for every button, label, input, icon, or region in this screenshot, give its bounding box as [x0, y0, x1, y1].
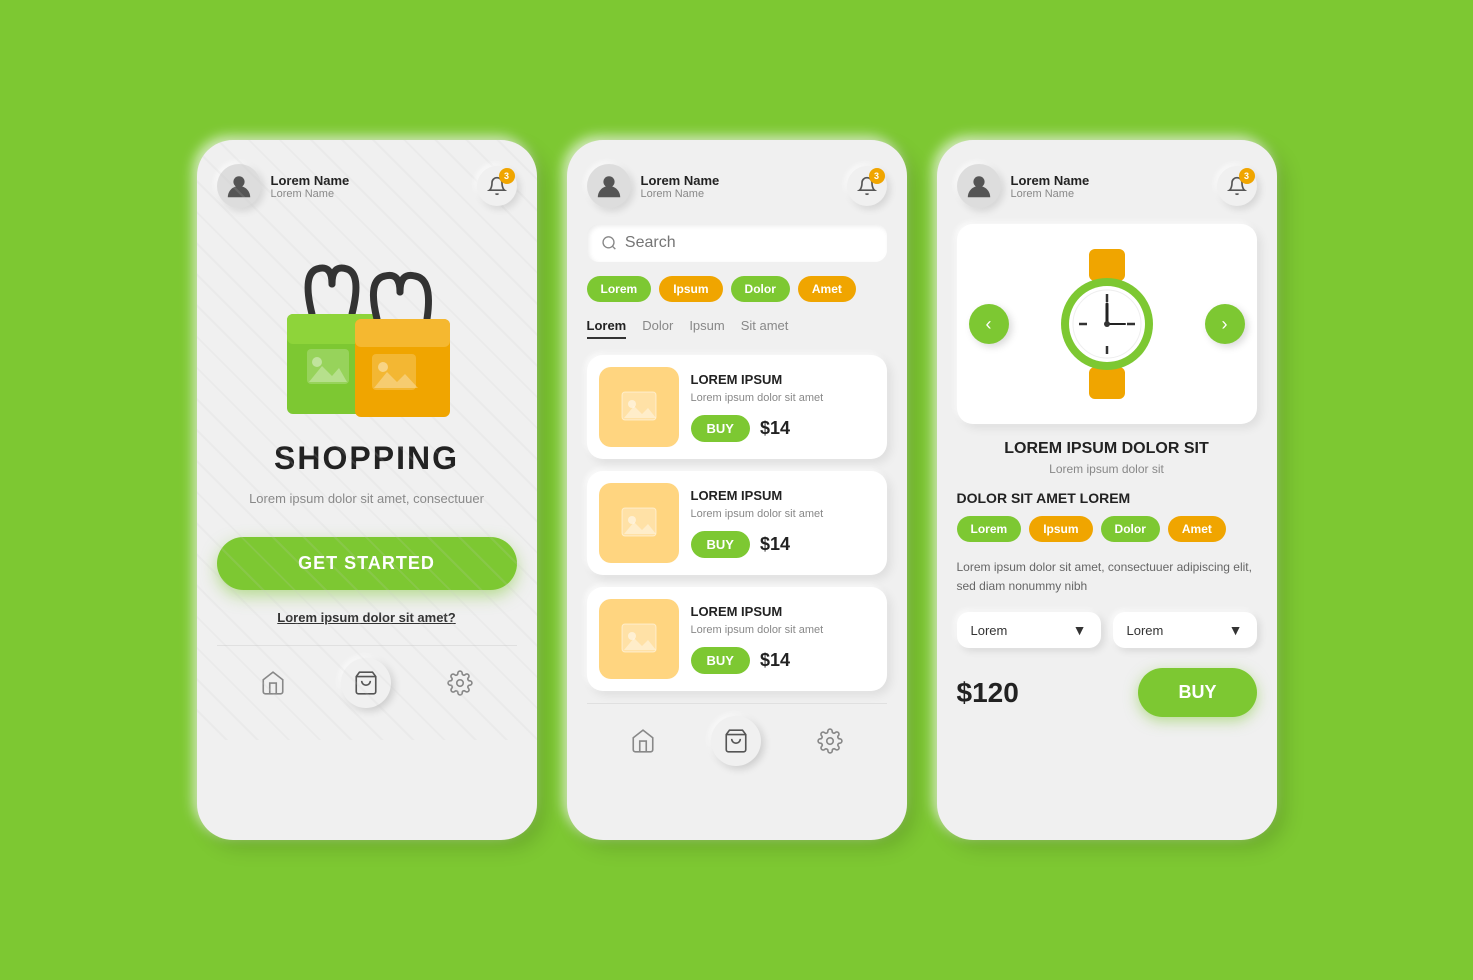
tab-lorem[interactable]: Lorem — [587, 318, 627, 339]
product-thumb-1 — [599, 367, 679, 447]
select-2[interactable]: Lorem ▼ — [1113, 612, 1257, 648]
tag-lorem-2[interactable]: Lorem — [587, 276, 652, 302]
bell-button-1[interactable]: 3 — [477, 166, 517, 206]
product-thumb-2 — [599, 483, 679, 563]
product-desc-2: Lorem ipsum dolor sit amet — [691, 507, 875, 522]
product-image-icon-3 — [614, 614, 664, 664]
buy-button-2[interactable]: BUY — [691, 531, 750, 558]
user-subname-2: Lorem Name — [641, 188, 720, 200]
product-title-1: LOREM IPSUM — [691, 372, 875, 387]
bottom-nav-1 — [217, 645, 517, 712]
next-arrow[interactable]: › — [1205, 304, 1245, 344]
search-input[interactable] — [625, 234, 873, 252]
shopping-subtitle: Lorem ipsum dolor sit amet, consectuuer — [217, 489, 517, 509]
notification-badge-3: 3 — [1239, 168, 1255, 184]
user-subname-3: Lorem Name — [1011, 188, 1090, 200]
detail-product-title: LOREM IPSUM DOLOR SIT — [957, 440, 1257, 458]
tab-sit-amet[interactable]: Sit amet — [741, 318, 789, 339]
tag-amet-2[interactable]: Amet — [798, 276, 856, 302]
buy-button-3[interactable]: BUY — [691, 647, 750, 674]
tag-lorem-3[interactable]: Lorem — [957, 516, 1022, 542]
buy-button-1[interactable]: BUY — [691, 415, 750, 442]
product-price-3: $14 — [760, 650, 790, 671]
tag-dolor-3[interactable]: Dolor — [1101, 516, 1160, 542]
notification-badge-2: 3 — [869, 168, 885, 184]
product-card-2: LOREM IPSUM Lorem ipsum dolor sit amet B… — [587, 471, 887, 575]
filter-tags-3: Lorem Ipsum Dolor Amet — [957, 516, 1257, 542]
user-name-1: Lorem Name — [271, 173, 350, 188]
nav-settings-1[interactable] — [435, 658, 485, 708]
chevron-down-icon-2: ▼ — [1229, 622, 1243, 638]
header-1: Lorem Name Lorem Name 3 — [217, 164, 517, 208]
get-started-button[interactable]: GET STARTED — [217, 537, 517, 590]
category-tabs: Lorem Dolor Ipsum Sit amet — [587, 318, 887, 339]
product-description: Lorem ipsum dolor sit amet, consectuuer … — [957, 558, 1257, 596]
bell-button-3[interactable]: 3 — [1217, 166, 1257, 206]
watch-illustration — [1037, 244, 1177, 404]
product-image-icon-1 — [614, 382, 664, 432]
bottom-buy-row: $120 BUY — [957, 668, 1257, 717]
screen-2: Lorem Name Lorem Name 3 Lorem — [567, 140, 907, 840]
tag-ipsum-2[interactable]: Ipsum — [659, 276, 722, 302]
nav-store-1[interactable] — [248, 658, 298, 708]
product-card-1: LOREM IPSUM Lorem ipsum dolor sit amet B… — [587, 355, 887, 459]
orange-bag-icon — [337, 264, 467, 424]
nav-bag-1[interactable] — [341, 658, 391, 708]
select-1[interactable]: Lorem ▼ — [957, 612, 1101, 648]
screen-1: Lorem Name Lorem Name 3 — [197, 140, 537, 840]
big-price: $120 — [957, 677, 1019, 709]
product-image-icon-2 — [614, 498, 664, 548]
user-name-3: Lorem Name — [1011, 173, 1090, 188]
nav-store-2[interactable] — [618, 716, 668, 766]
product-price-2: $14 — [760, 534, 790, 555]
watch-icon — [1037, 244, 1177, 404]
tag-amet-3[interactable]: Amet — [1168, 516, 1226, 542]
header-3: Lorem Name Lorem Name 3 — [957, 164, 1257, 208]
bottom-nav-2 — [587, 703, 887, 770]
product-detail-image: ‹ — [957, 224, 1257, 424]
nav-settings-2[interactable] — [805, 716, 855, 766]
selects-row: Lorem ▼ Lorem ▼ — [957, 612, 1257, 648]
user-subname-1: Lorem Name — [271, 188, 350, 200]
tab-ipsum[interactable]: Ipsum — [689, 318, 724, 339]
detail-product-subtitle: Lorem ipsum dolor sit — [957, 462, 1257, 476]
product-thumb-3 — [599, 599, 679, 679]
tag-dolor-2[interactable]: Dolor — [731, 276, 790, 302]
nav-bag-2[interactable] — [711, 716, 761, 766]
user-name-2: Lorem Name — [641, 173, 720, 188]
product-desc-1: Lorem ipsum dolor sit amet — [691, 391, 875, 406]
screen-3: Lorem Name Lorem Name 3 ‹ — [937, 140, 1277, 840]
avatar-3 — [957, 164, 1001, 208]
header-2: Lorem Name Lorem Name 3 — [587, 164, 887, 208]
product-price-1: $14 — [760, 418, 790, 439]
big-buy-button[interactable]: BUY — [1138, 668, 1256, 717]
avatar-1 — [217, 164, 261, 208]
shopping-title: SHOPPING — [217, 440, 517, 477]
search-bar[interactable] — [587, 224, 887, 262]
login-link[interactable]: Lorem ipsum dolor sit amet? — [217, 610, 517, 625]
product-desc-3: Lorem ipsum dolor sit amet — [691, 623, 875, 638]
chevron-down-icon-1: ▼ — [1073, 622, 1087, 638]
tab-dolor[interactable]: Dolor — [642, 318, 673, 339]
bell-button-2[interactable]: 3 — [847, 166, 887, 206]
product-title-3: LOREM IPSUM — [691, 604, 875, 619]
screens-container: Lorem Name Lorem Name 3 — [157, 100, 1317, 880]
notification-badge-1: 3 — [499, 168, 515, 184]
section-label: DOLOR SIT AMET LOREM — [957, 490, 1257, 506]
prev-arrow[interactable]: ‹ — [969, 304, 1009, 344]
hero-illustration — [217, 224, 517, 424]
filter-tags-2: Lorem Ipsum Dolor Amet — [587, 276, 887, 302]
tag-ipsum-3[interactable]: Ipsum — [1029, 516, 1092, 542]
product-title-2: LOREM IPSUM — [691, 488, 875, 503]
product-card-3: LOREM IPSUM Lorem ipsum dolor sit amet B… — [587, 587, 887, 691]
search-icon — [601, 234, 617, 252]
avatar-2 — [587, 164, 631, 208]
